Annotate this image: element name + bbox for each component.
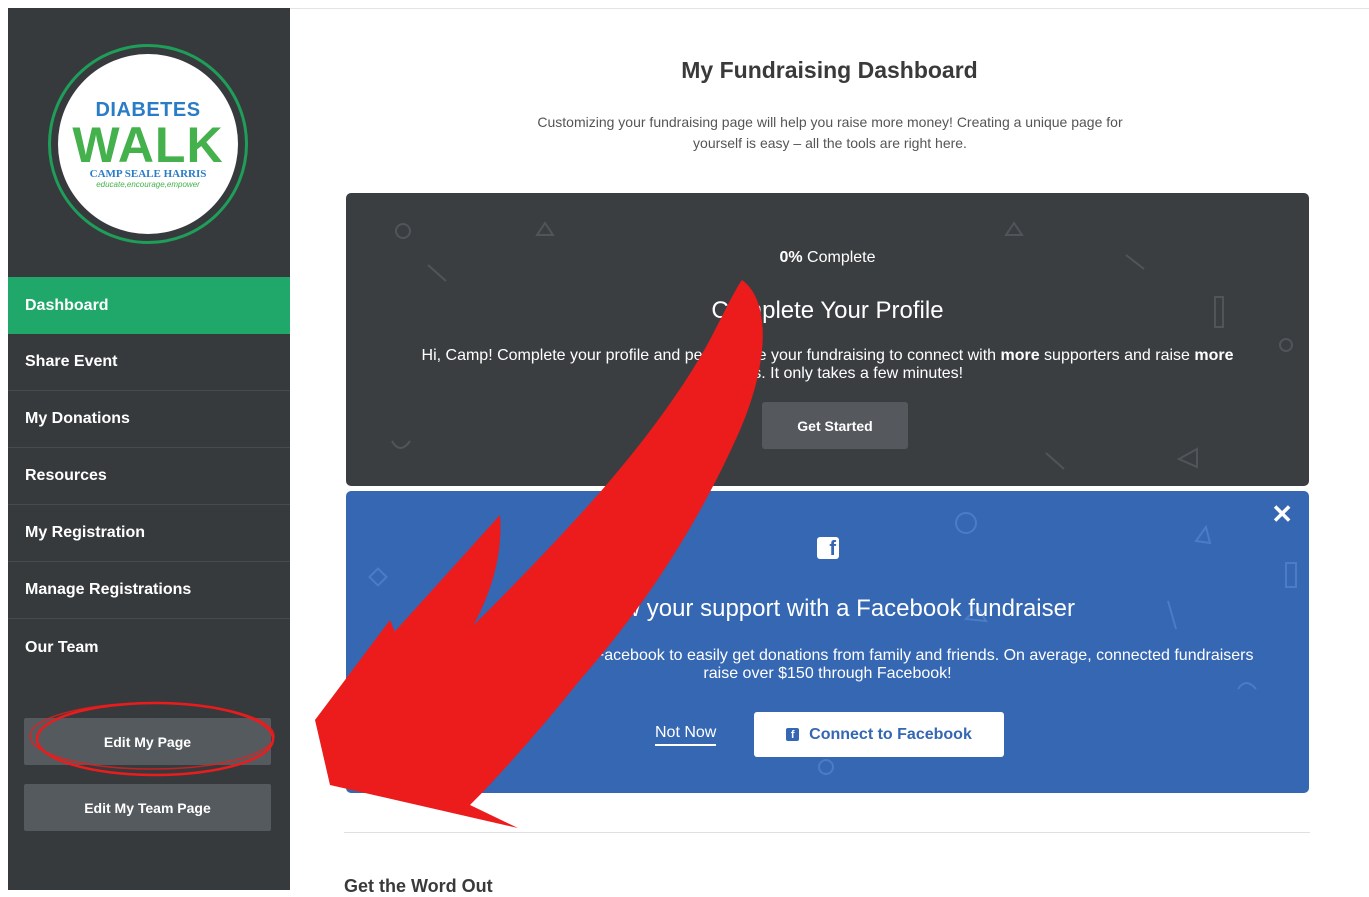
connect-to-facebook-button[interactable]: f Connect to Facebook (754, 712, 1004, 757)
sidebar-item-dashboard[interactable]: Dashboard (8, 277, 290, 334)
sidebar-item-my-registration[interactable]: My Registration (8, 505, 290, 562)
event-logo[interactable]: DIABETES WALK CAMP SEALE HARRIS educate,… (48, 44, 248, 244)
profile-text-bold2: more (1194, 347, 1234, 364)
profile-text-part1: Hi, Camp! Complete your profile and pers… (421, 347, 1001, 364)
get-started-button[interactable]: Get Started (762, 402, 908, 449)
page-title: My Fundraising Dashboard (681, 57, 978, 83)
profile-text-part2: supporters and raise (1039, 347, 1195, 364)
progress-label: Complete (807, 249, 876, 266)
sidebar: DIABETES WALK CAMP SEALE HARRIS educate,… (8, 8, 290, 890)
logo-walk-text: WALK (72, 117, 224, 173)
logo-tagline: educate,encourage,empower (96, 180, 200, 189)
logo-camp-text: CAMP SEALE HARRIS (89, 168, 207, 180)
facebook-card-heading: Show your support with a Facebook fundra… (580, 595, 1075, 622)
edit-my-team-page-button[interactable]: Edit My Team Page (24, 784, 271, 831)
edit-my-page-button[interactable]: Edit My Page (24, 718, 271, 765)
facebook-card-text: Connect your fundraiser to Facebook to e… (401, 647, 1254, 682)
profile-completion-card: 0% Complete Complete Your Profile Hi, Ca… (346, 193, 1309, 486)
connect-label: Connect to Facebook (809, 725, 972, 743)
facebook-fundraiser-card: ✕ f Show your support with a Facebook fu… (346, 491, 1309, 793)
sidebar-item-share-event[interactable]: Share Event (8, 334, 290, 391)
sidebar-item-my-donations[interactable]: My Donations (8, 391, 290, 448)
facebook-icon: f (817, 537, 839, 560)
close-icon[interactable]: ✕ (1271, 499, 1293, 530)
profile-text-bold1: more (1000, 347, 1040, 364)
profile-card-text: Hi, Camp! Complete your profile and pers… (386, 347, 1269, 383)
not-now-link[interactable]: Not Now (655, 724, 717, 746)
facebook-small-icon: f (786, 728, 800, 741)
logo-badge: DIABETES WALK CAMP SEALE HARRIS educate,… (58, 54, 238, 234)
sidebar-item-our-team[interactable]: Our Team (8, 619, 290, 676)
profile-card-heading: Complete Your Profile (711, 297, 944, 324)
progress-text: 0% Complete (346, 249, 1309, 267)
sidebar-item-manage-registrations[interactable]: Manage Registrations (8, 562, 290, 619)
main-content: My Fundraising Dashboard Customizing you… (290, 8, 1369, 896)
page-subtitle: Customizing your fundraising page will h… (537, 114, 1123, 151)
section-title-get-word-out: Get the Word Out (344, 876, 493, 896)
sidebar-nav: Dashboard Share Event My Donations Resou… (8, 277, 290, 676)
sidebar-item-resources[interactable]: Resources (8, 448, 290, 505)
section-divider (344, 832, 1310, 833)
profile-text-part3: donations. It only takes a few minutes! (691, 365, 964, 382)
progress-value: 0% (779, 249, 803, 266)
